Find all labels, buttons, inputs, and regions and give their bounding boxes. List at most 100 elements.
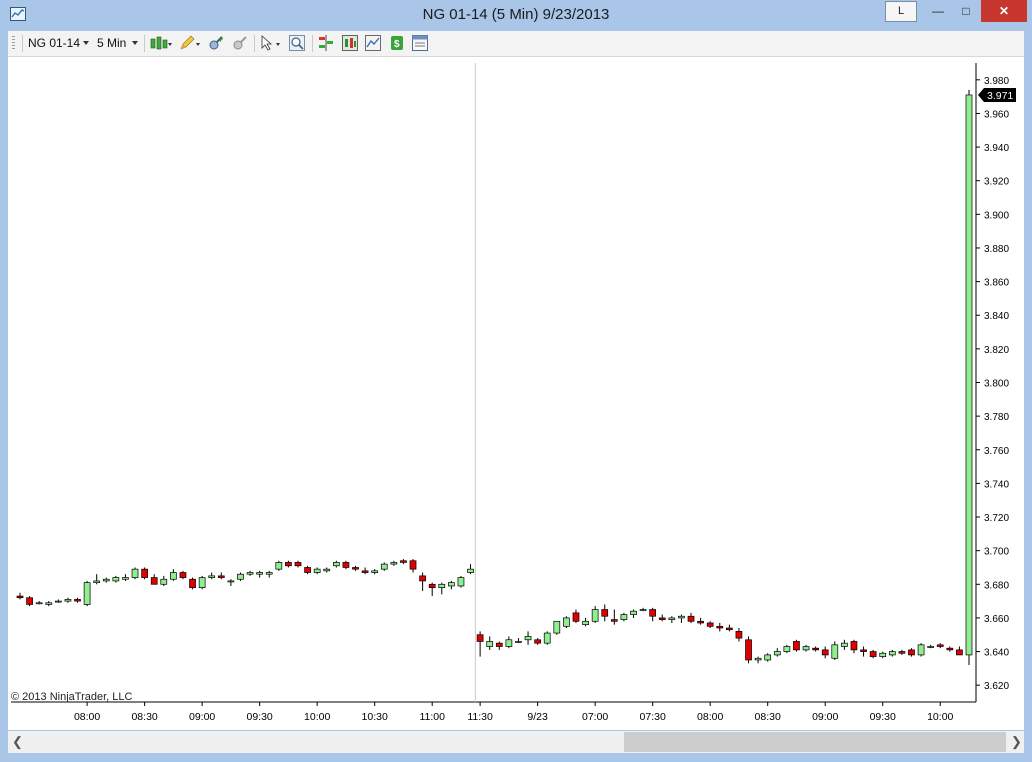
y-tick-label: 3.620 xyxy=(984,681,1009,692)
candle-body xyxy=(16,595,24,599)
candle-body xyxy=(505,639,513,647)
candle-body xyxy=(956,649,963,656)
candle-body xyxy=(74,599,81,602)
y-tick-label: 3.920 xyxy=(984,177,1009,188)
candle-body xyxy=(831,644,839,659)
candle-body xyxy=(448,582,455,587)
toolbar-separator xyxy=(312,35,313,52)
candle-body xyxy=(706,622,714,627)
candle-body xyxy=(93,580,101,583)
svg-text:$: $ xyxy=(394,39,400,50)
candle-body xyxy=(371,570,379,573)
candle-body xyxy=(131,568,139,578)
x-tick-label: 10:00 xyxy=(304,711,330,723)
cursor-icon[interactable] xyxy=(260,35,284,51)
x-tick-label: 9/23 xyxy=(527,711,548,723)
candle-body xyxy=(390,562,398,565)
candle-body xyxy=(323,568,331,572)
horizontal-scrollbar[interactable]: ❮ ❯ xyxy=(8,731,1024,753)
candle-body xyxy=(495,642,503,647)
candle-body xyxy=(524,636,532,641)
candle-body xyxy=(294,562,302,567)
candle-body xyxy=(332,562,340,567)
zoom-out-icon[interactable] xyxy=(232,35,248,51)
candle-body xyxy=(457,577,465,587)
x-tick-label: 08:30 xyxy=(131,711,157,723)
bar-type-icon[interactable] xyxy=(150,35,172,51)
candle-body xyxy=(610,619,618,622)
toolbar-separator xyxy=(144,35,145,52)
candle-body xyxy=(917,644,925,656)
candle-body xyxy=(582,620,589,625)
candle-body xyxy=(908,649,915,656)
interval-dropdown-icon[interactable] xyxy=(132,41,138,45)
candle-body xyxy=(735,631,743,639)
data-box-icon[interactable] xyxy=(412,35,428,51)
candle-body xyxy=(409,560,417,570)
instrument-selector[interactable]: NG 01-14 xyxy=(28,36,80,50)
y-tick-label: 3.720 xyxy=(984,513,1009,524)
candle-body xyxy=(189,578,196,589)
minimize-icon: — xyxy=(932,4,944,18)
y-tick-label: 3.900 xyxy=(984,210,1009,221)
candle-body xyxy=(400,560,407,563)
candle-body xyxy=(160,578,168,585)
candle-body xyxy=(773,651,781,656)
candle-body xyxy=(361,570,369,573)
svg-text:+: + xyxy=(218,35,223,44)
candle-body xyxy=(649,609,657,617)
price-chart-panel[interactable]: 3.980 3.960 3.940 3.920 3.900 3.880 3.860 3.840… xyxy=(8,57,1024,730)
candle-body xyxy=(927,646,935,648)
chart-window: NG 01-14 (5 Min) 9/23/2013 L — □ ✕ NG 01… xyxy=(0,0,1032,762)
candle-body xyxy=(936,644,944,647)
candlestick-chart[interactable]: 3.980 3.960 3.940 3.920 3.900 3.880 3.860 3.840… xyxy=(8,57,1024,730)
x-tick-label: 08:30 xyxy=(755,711,781,723)
maximize-icon: □ xyxy=(962,4,970,18)
candle-body xyxy=(754,657,762,661)
interval-selector[interactable]: 5 Min xyxy=(97,36,126,50)
drawing-pencil-icon[interactable] xyxy=(179,35,201,51)
magnifier-icon[interactable] xyxy=(289,35,305,51)
indicators-icon[interactable] xyxy=(342,35,358,51)
candle-body xyxy=(304,567,311,573)
candle-body xyxy=(841,642,848,647)
y-tick-label: 3.660 xyxy=(984,614,1009,625)
candle-body xyxy=(687,615,695,622)
toolbar-separator xyxy=(254,35,255,52)
close-button[interactable]: ✕ xyxy=(981,0,1027,22)
minimize-button[interactable]: — xyxy=(925,0,951,22)
chart-properties-icon[interactable] xyxy=(365,35,381,51)
x-tick-label: 09:30 xyxy=(247,711,273,723)
toolbar-grip[interactable] xyxy=(12,36,15,51)
link-button[interactable]: L xyxy=(885,1,917,22)
scroll-right-icon[interactable]: ❯ xyxy=(1011,734,1022,750)
x-tick-label: 08:00 xyxy=(697,711,723,723)
scrollbar-thumb[interactable] xyxy=(624,732,1006,752)
candle-body xyxy=(342,562,350,568)
y-tick-label: 3.640 xyxy=(984,648,1009,659)
candle-body xyxy=(543,632,551,644)
candle-body xyxy=(112,577,120,582)
scroll-left-icon[interactable]: ❮ xyxy=(12,734,23,750)
y-tick-label: 3.960 xyxy=(984,109,1009,120)
x-tick-label: 11:30 xyxy=(467,711,493,723)
x-tick-label: 10:30 xyxy=(362,711,388,723)
y-tick-label: 3.940 xyxy=(984,143,1009,154)
zoom-in-icon[interactable]: + xyxy=(208,35,224,51)
instrument-dropdown-icon[interactable] xyxy=(83,41,89,45)
candle-body xyxy=(898,651,906,654)
x-tick-label: 07:00 xyxy=(582,711,608,723)
dollar-icon[interactable]: $ xyxy=(389,35,405,51)
chart-toolbar: NG 01-14 5 Min + $ xyxy=(8,31,1024,57)
copyright-label: © 2013 NinjaTrader, LLC xyxy=(11,691,132,703)
strategies-icon[interactable] xyxy=(318,35,334,51)
maximize-button[interactable]: □ xyxy=(952,0,980,22)
candle-body xyxy=(946,647,954,651)
candle-body xyxy=(45,602,53,605)
candle-body xyxy=(227,580,235,583)
y-tick-label: 3.860 xyxy=(984,278,1009,289)
candle-body xyxy=(697,620,704,624)
candle-body xyxy=(275,562,283,570)
candle-body xyxy=(54,600,62,603)
title-bar[interactable]: NG 01-14 (5 Min) 9/23/2013 L — □ ✕ xyxy=(0,0,1032,30)
